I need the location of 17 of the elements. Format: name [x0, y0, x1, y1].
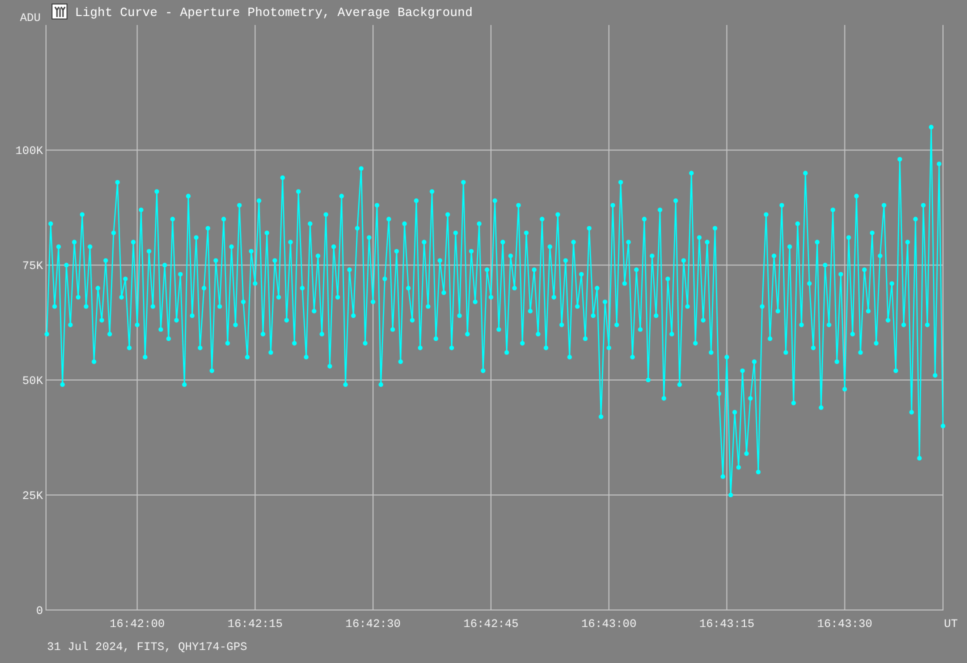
x-tick-label: 16:42:45: [463, 618, 519, 631]
y-axis-label: ADU: [20, 12, 41, 25]
x-tick-label: 16:43:15: [699, 618, 754, 631]
x-tick-label: 16:43:00: [581, 618, 636, 631]
x-axis-label: UT: [944, 618, 958, 631]
footer-info: 31 Jul 2024, FITS, QHY174-GPS: [47, 641, 248, 654]
y-tick-label: 0: [36, 605, 43, 618]
app-icon: [52, 4, 68, 20]
y-tick-label: 100K: [15, 145, 43, 158]
window-title: Light Curve - Aperture Photometry, Average Background: [75, 6, 473, 20]
x-tick-label: 16:42:30: [345, 618, 401, 631]
y-tick-label: 25K: [22, 490, 43, 504]
y-tick-label: 75K: [22, 260, 43, 274]
y-tick-label: 50K: [22, 375, 43, 388]
x-tick-label: 16:43:30: [817, 618, 872, 631]
x-tick-label: 16:42:15: [228, 618, 283, 631]
x-tick-label: 16:42:00: [110, 618, 165, 631]
